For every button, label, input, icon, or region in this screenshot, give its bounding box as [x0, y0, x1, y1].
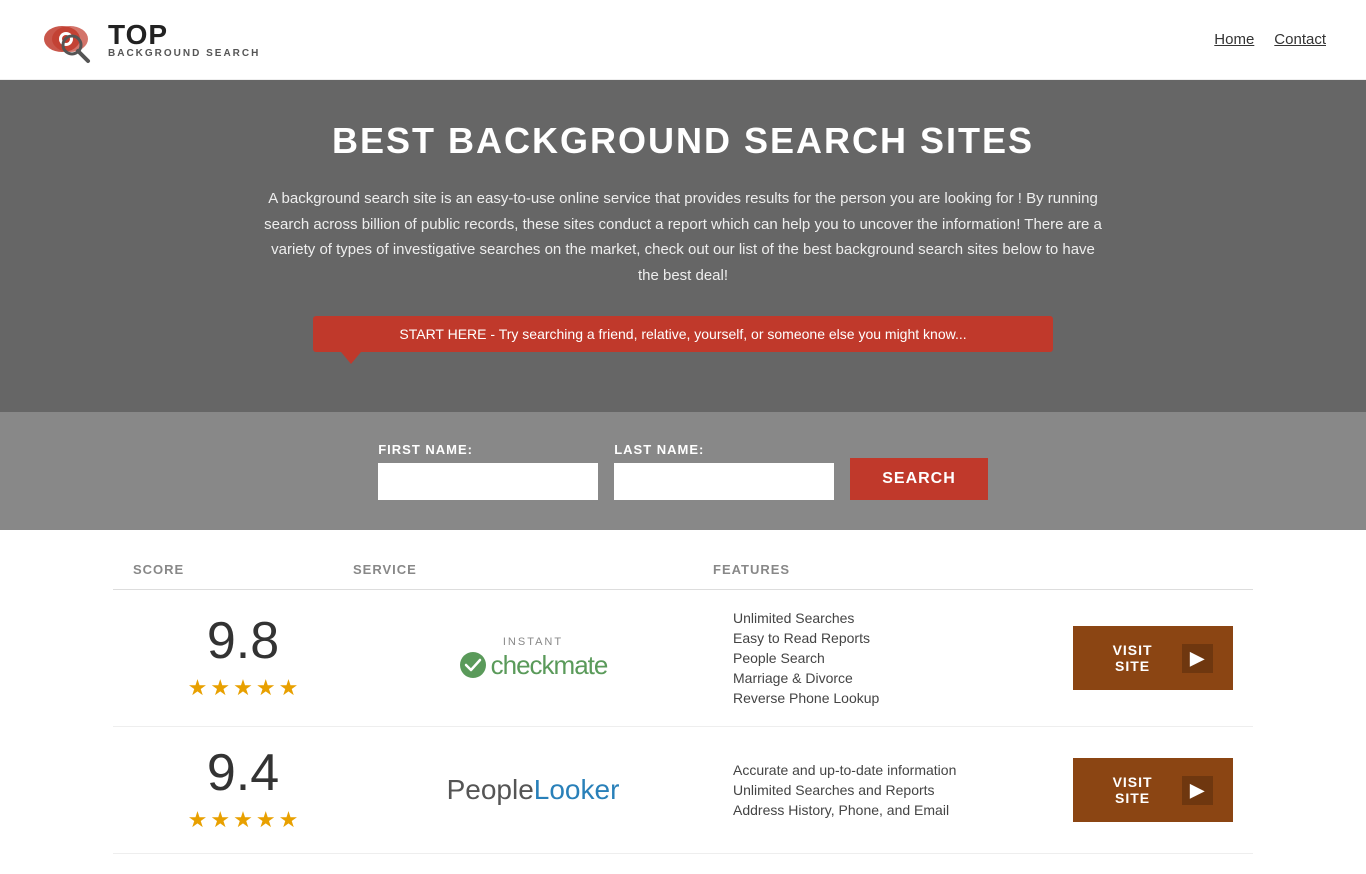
callout-bubble: START HERE - Try searching a friend, rel…	[313, 316, 1053, 352]
logo: TOP BACKGROUND SEARCH	[40, 15, 260, 65]
star-2-2: ★	[210, 807, 230, 833]
results-table: SCORE SERVICE FEATURES 9.8 ★ ★ ★ ★ ★ ins…	[93, 530, 1273, 874]
checkmate-icon	[459, 651, 487, 679]
search-form-wrapper: FIRST NAME: LAST NAME: SEARCH	[0, 412, 1366, 530]
col-header-score: SCORE	[133, 562, 353, 577]
last-name-group: LAST NAME:	[614, 442, 834, 500]
star-2-3: ★	[233, 807, 253, 833]
stars-1: ★ ★ ★ ★ ★	[188, 675, 299, 701]
score-cell-2: 9.4 ★ ★ ★ ★ ★	[133, 747, 353, 833]
site-header: TOP BACKGROUND SEARCH Home Contact	[0, 0, 1366, 80]
hero-section: BEST BACKGROUND SEARCH SITES A backgroun…	[0, 80, 1366, 412]
star-3: ★	[233, 675, 253, 701]
search-callout: START HERE - Try searching a friend, rel…	[313, 316, 1053, 352]
main-nav: Home Contact	[1214, 31, 1326, 48]
visit-button-1[interactable]: VISIT SITE ▶	[1073, 626, 1233, 690]
looker-text: Looker	[534, 774, 620, 805]
table-row: 9.8 ★ ★ ★ ★ ★ instant checkmate	[113, 590, 1253, 727]
star-2-4: ★	[256, 807, 276, 833]
features-cell-1: Unlimited Searches Easy to Read Reports …	[713, 610, 1073, 706]
checkmate-logo: instant checkmate	[459, 636, 608, 681]
last-name-input[interactable]	[614, 463, 834, 500]
star-4: ★	[256, 675, 276, 701]
logo-icon	[40, 15, 100, 65]
col-header-action	[1073, 562, 1233, 577]
star-2: ★	[210, 675, 230, 701]
star-5: ★	[279, 675, 299, 701]
table-header: SCORE SERVICE FEATURES	[113, 550, 1253, 590]
score-value-1: 9.8	[207, 615, 279, 667]
nav-contact[interactable]: Contact	[1274, 31, 1326, 48]
star-1: ★	[188, 675, 208, 701]
score-value-2: 9.4	[207, 747, 279, 799]
nav-home[interactable]: Home	[1214, 31, 1254, 48]
service-cell-1: instant checkmate	[353, 636, 713, 681]
stars-2: ★ ★ ★ ★ ★	[188, 807, 299, 833]
col-header-service: SERVICE	[353, 562, 713, 577]
logo-text: TOP BACKGROUND SEARCH	[108, 21, 260, 59]
visit-arrow-2: ▶	[1182, 776, 1213, 805]
feature-1-1: Easy to Read Reports	[733, 630, 1073, 646]
feature-1-2: People Search	[733, 650, 1073, 666]
first-name-label: FIRST NAME:	[378, 442, 598, 457]
visit-label-1: VISIT SITE	[1093, 642, 1172, 674]
visit-arrow-1: ▶	[1182, 644, 1213, 673]
hero-title: BEST BACKGROUND SEARCH SITES	[20, 120, 1346, 162]
visit-label-2: VISIT SITE	[1093, 774, 1172, 806]
feature-2-1: Unlimited Searches and Reports	[733, 782, 1073, 798]
score-cell-1: 9.8 ★ ★ ★ ★ ★	[133, 615, 353, 701]
feature-2-2: Address History, Phone, and Email	[733, 802, 1073, 818]
peoplelooker-logo: PeopleLooker	[447, 774, 620, 806]
star-2-1: ★	[188, 807, 208, 833]
first-name-group: FIRST NAME:	[378, 442, 598, 500]
search-form: FIRST NAME: LAST NAME: SEARCH	[20, 442, 1346, 500]
search-button[interactable]: SEARCH	[850, 458, 988, 500]
table-row: 9.4 ★ ★ ★ ★ ★ PeopleLooker Accurate and …	[113, 727, 1253, 854]
feature-1-4: Reverse Phone Lookup	[733, 690, 1073, 706]
checkmate-label: instant	[503, 636, 563, 648]
features-cell-2: Accurate and up-to-date information Unli…	[713, 762, 1073, 818]
service-cell-2: PeopleLooker	[353, 774, 713, 806]
feature-2-0: Accurate and up-to-date information	[733, 762, 1073, 778]
first-name-input[interactable]	[378, 463, 598, 500]
feature-1-3: Marriage & Divorce	[733, 670, 1073, 686]
logo-top-text: TOP	[108, 21, 260, 49]
people-text: People	[447, 774, 534, 805]
last-name-label: LAST NAME:	[614, 442, 834, 457]
visit-cell-1: VISIT SITE ▶	[1073, 626, 1233, 690]
feature-1-0: Unlimited Searches	[733, 610, 1073, 626]
checkmate-text: checkmate	[491, 650, 608, 681]
hero-description: A background search site is an easy-to-u…	[263, 186, 1103, 288]
logo-bottom-text: BACKGROUND SEARCH	[108, 49, 260, 59]
star-2-5: ★	[279, 807, 299, 833]
col-header-features: FEATURES	[713, 562, 1073, 577]
